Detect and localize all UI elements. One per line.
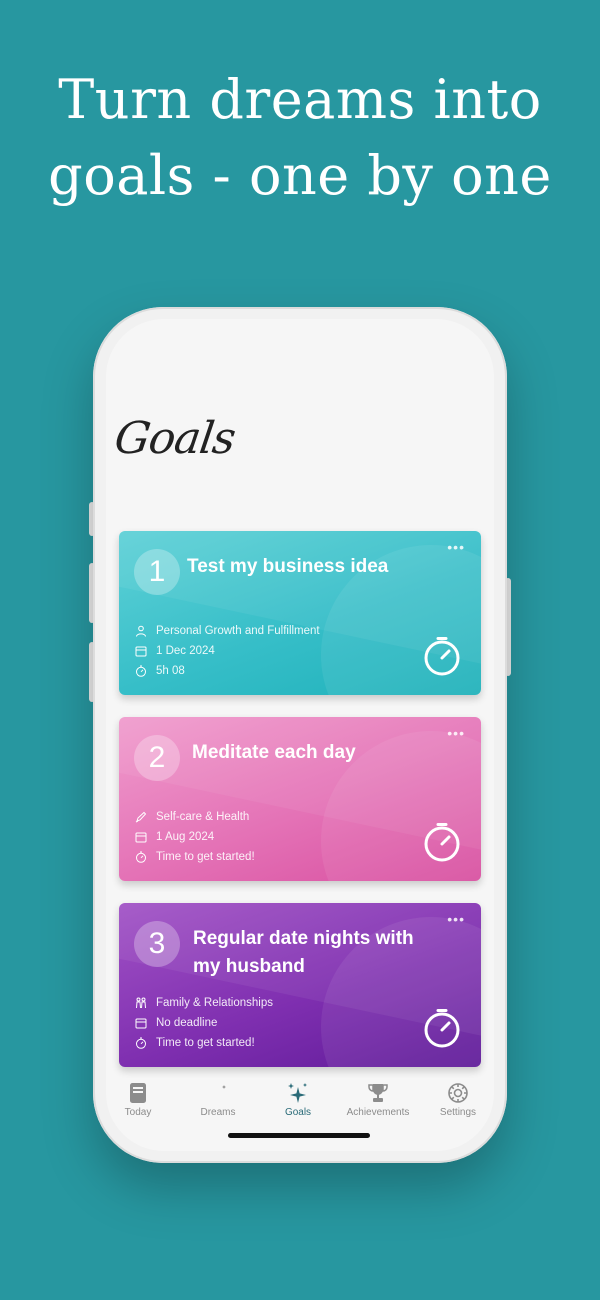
timer-icon[interactable] — [421, 635, 463, 677]
goal-card[interactable]: 2 Meditate each day ••• Self-care & Heal… — [119, 717, 481, 881]
headline-line-2: goals - one by one — [48, 144, 552, 207]
tab-settings-label: Settings — [439, 1107, 477, 1118]
tab-dreams-label: Dreams — [200, 1107, 236, 1118]
timer-icon[interactable] — [421, 1007, 463, 1049]
goal-time: Time to get started! — [135, 851, 255, 863]
goal-deadline-label: 1 Dec 2024 — [156, 645, 215, 657]
goal-category: Self-care & Health — [135, 811, 249, 823]
goal-deadline: 1 Dec 2024 — [135, 645, 215, 657]
goal-card[interactable]: 3 Regular date nights with my husband ••… — [119, 903, 481, 1067]
timer-icon[interactable] — [421, 821, 463, 863]
goal-title: Test my business idea — [187, 556, 389, 577]
headline: Turn dreams into goals - one by one — [0, 62, 600, 214]
tab-achievements[interactable]: Achievements — [340, 1081, 416, 1118]
goal-time: 5h 08 — [135, 665, 185, 677]
app-screen: Goals 1 Test my business idea ••• Person… — [106, 319, 494, 1151]
goal-number: 1 — [134, 549, 180, 595]
family-icon — [136, 997, 146, 1009]
tab-goals-label: Goals — [284, 1107, 312, 1118]
goal-category-label: Personal Growth and Fulfillment — [156, 625, 320, 637]
moon-icon — [209, 1084, 226, 1103]
goal-deadline: 1 Aug 2024 — [135, 831, 214, 843]
goal-time-label: Time to get started! — [156, 851, 255, 863]
goal-deadline-label: 1 Aug 2024 — [156, 831, 215, 843]
more-options-icon[interactable]: ••• — [447, 911, 465, 927]
goal-title: Meditate each day — [192, 742, 356, 763]
goal-number: 3 — [134, 921, 180, 967]
tab-dreams[interactable]: Dreams — [180, 1081, 256, 1118]
goal-title: Regular date nights with my husband — [193, 928, 414, 977]
calendar-icon — [135, 1018, 147, 1029]
headline-line-1: Turn dreams into — [58, 68, 542, 131]
tab-today-label: Today — [124, 1107, 152, 1118]
stopwatch-icon — [136, 851, 146, 863]
today-icon — [130, 1083, 146, 1103]
goal-category: Personal Growth and Fulfillment — [135, 625, 320, 637]
goal-deadline: No deadline — [135, 1017, 217, 1029]
home-indicator[interactable] — [228, 1133, 370, 1138]
calendar-icon — [135, 832, 147, 843]
goal-time: Time to get started! — [135, 1037, 255, 1049]
tab-today[interactable]: Today — [106, 1081, 176, 1118]
goal-category-label: Self-care & Health — [156, 811, 250, 823]
goal-category: Family & Relationships — [135, 997, 273, 1009]
goal-time-label: Time to get started! — [156, 1037, 255, 1049]
tab-bar: Today Dreams Goals Achievements Settings — [106, 1069, 494, 1129]
tab-goals[interactable]: Goals — [260, 1081, 336, 1118]
pen-icon — [135, 811, 147, 823]
goal-deadline-label: No deadline — [156, 1017, 218, 1029]
trophy-icon — [368, 1084, 388, 1102]
phone-frame: Goals 1 Test my business idea ••• Person… — [93, 307, 507, 1163]
page-title: Goals — [111, 413, 239, 464]
stopwatch-icon — [136, 665, 146, 677]
more-options-icon[interactable]: ••• — [447, 725, 465, 741]
person-icon — [136, 625, 146, 637]
goal-number: 2 — [134, 735, 180, 781]
tab-settings[interactable]: Settings — [420, 1081, 494, 1118]
tab-achievements-label: Achievements — [346, 1107, 410, 1118]
goal-category-label: Family & Relationships — [156, 997, 273, 1009]
calendar-icon — [135, 646, 147, 657]
goal-time-label: 5h 08 — [156, 665, 185, 677]
goal-card[interactable]: 1 Test my business idea ••• Personal Gro… — [119, 531, 481, 695]
gear-icon — [448, 1083, 468, 1103]
sparkle-icon — [288, 1083, 307, 1103]
more-options-icon[interactable]: ••• — [447, 539, 465, 555]
stopwatch-icon — [136, 1037, 146, 1049]
